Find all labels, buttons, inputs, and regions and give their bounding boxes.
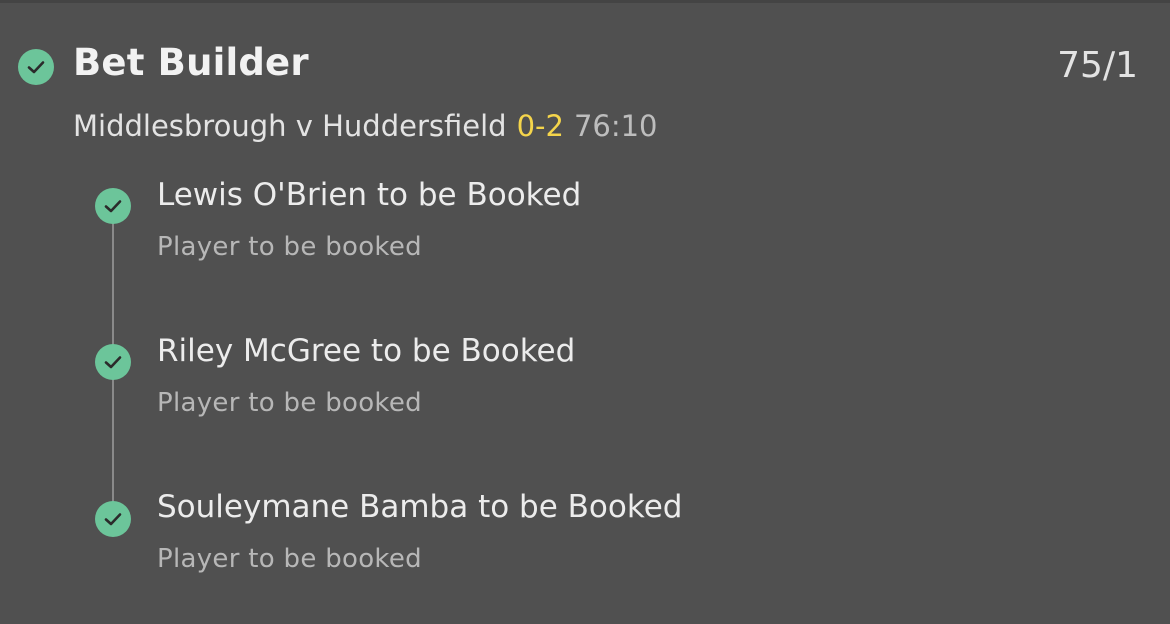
bet-title: Bet Builder — [73, 41, 309, 84]
match-info: Middlesbrough v Huddersfield 0-2 76:10 — [73, 109, 658, 143]
selection-subtitle: Player to be booked — [157, 388, 422, 418]
check-circle-icon — [18, 49, 54, 85]
selection-title: Lewis O'Brien to be Booked — [157, 177, 582, 213]
check-circle-icon — [95, 188, 131, 224]
match-teams: Middlesbrough v Huddersfield — [73, 109, 507, 143]
check-circle-icon — [95, 501, 131, 537]
match-clock: 76:10 — [573, 109, 658, 143]
check-circle-icon — [95, 344, 131, 380]
bet-builder-card: Bet Builder 75/1 Middlesbrough v Hudders… — [0, 0, 1170, 624]
selection-title: Riley McGree to be Booked — [157, 333, 576, 369]
selection-title: Souleymane Bamba to be Booked — [157, 489, 683, 525]
bet-odds: 75/1 — [1057, 45, 1138, 86]
selection-subtitle: Player to be booked — [157, 544, 422, 574]
match-score: 0-2 — [516, 109, 564, 143]
selection-subtitle: Player to be booked — [157, 232, 422, 262]
